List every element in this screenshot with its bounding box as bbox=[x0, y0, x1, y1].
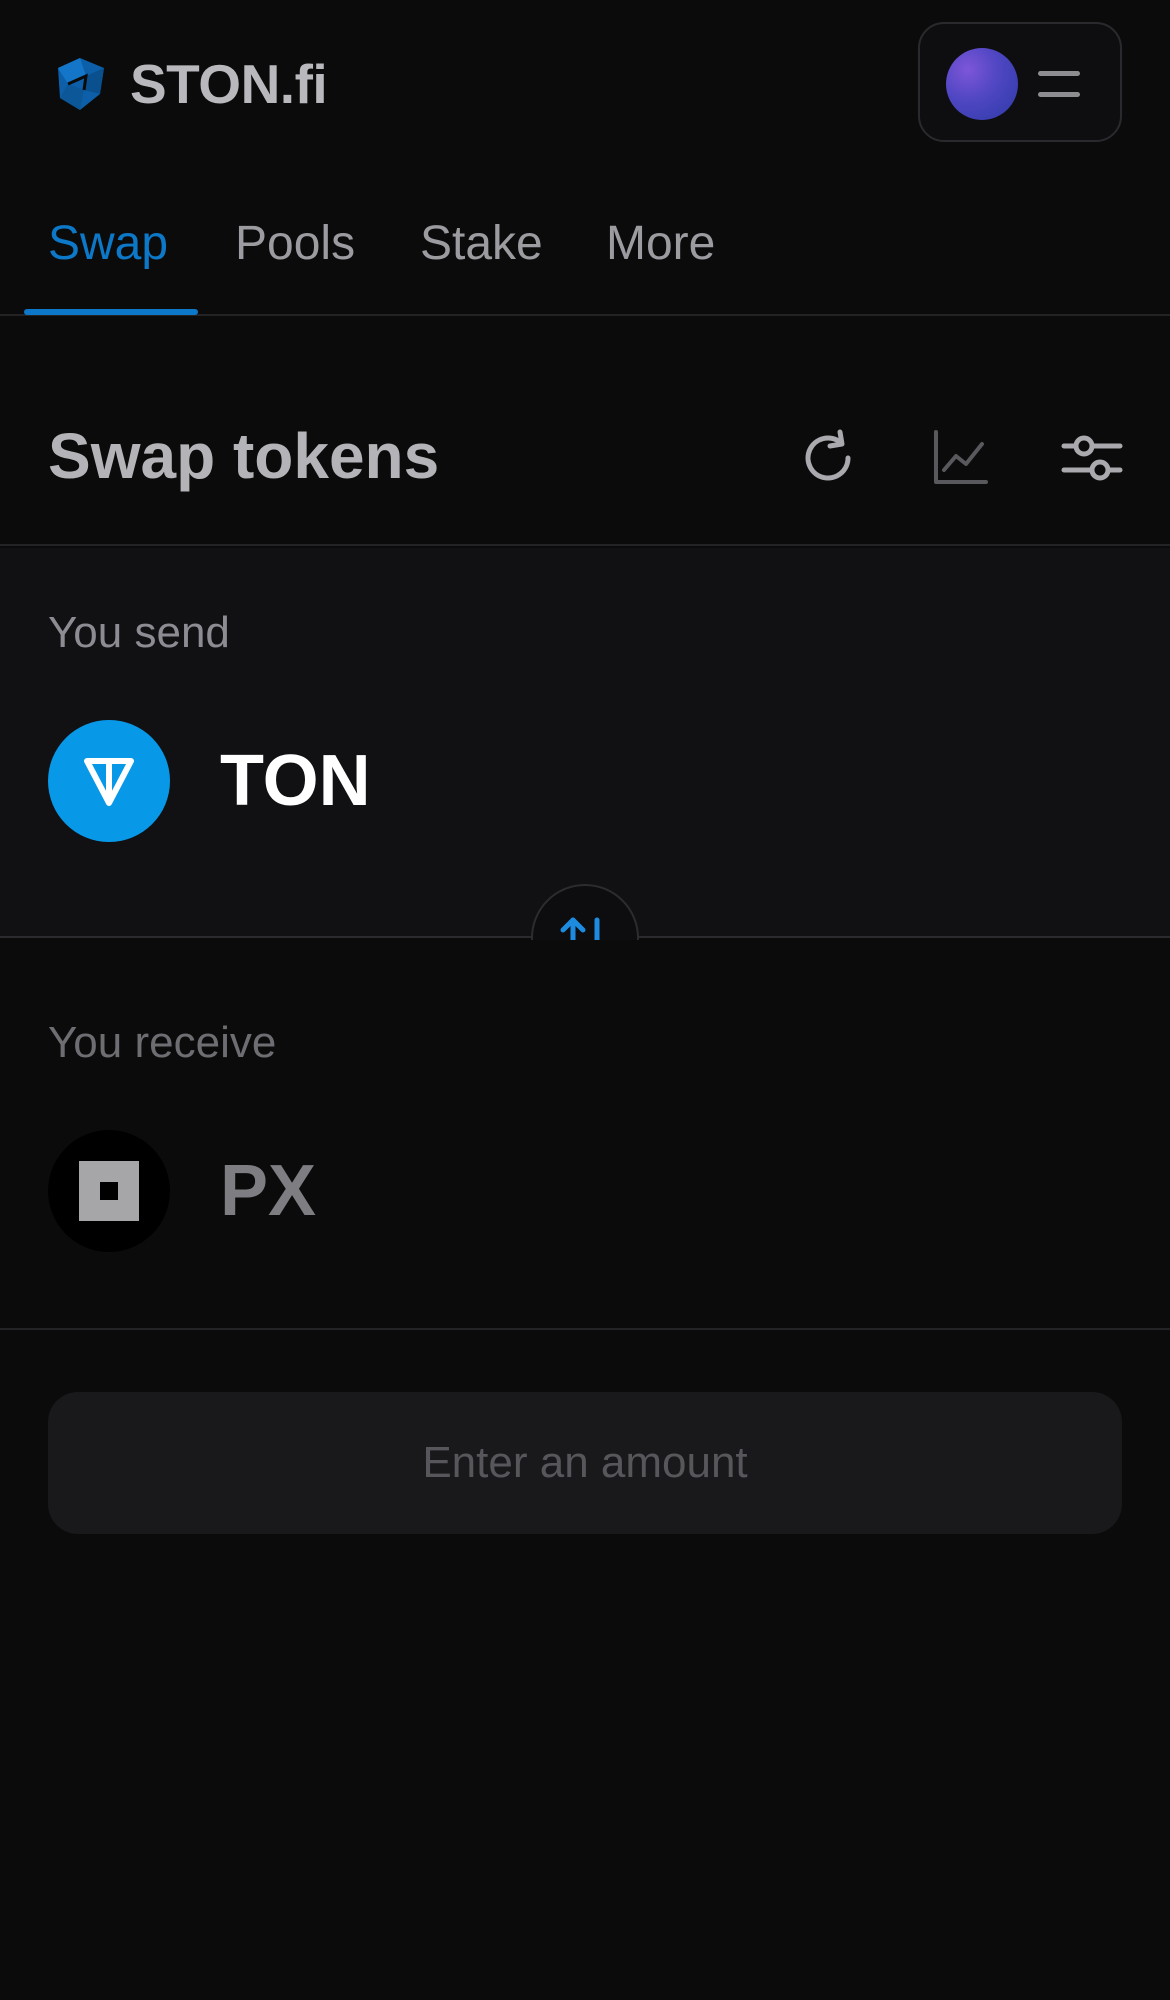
send-panel: You send TON bbox=[0, 548, 1170, 938]
avatar bbox=[946, 48, 1018, 120]
tab-swap[interactable]: Swap bbox=[48, 216, 168, 272]
settings-sliders-icon[interactable] bbox=[1060, 426, 1124, 490]
send-token-symbol: TON bbox=[220, 741, 371, 821]
chart-icon[interactable] bbox=[928, 426, 992, 490]
ston-logo-icon bbox=[58, 58, 104, 110]
tab-pools[interactable]: Pools bbox=[235, 216, 355, 272]
enter-amount-button[interactable]: Enter an amount bbox=[48, 1392, 1122, 1534]
ton-token-icon bbox=[48, 720, 170, 842]
send-token-selector[interactable]: TON bbox=[48, 720, 371, 842]
send-label: You send bbox=[48, 608, 230, 657]
wallet-menu-button[interactable] bbox=[918, 22, 1122, 142]
swap-header: Swap tokens bbox=[0, 390, 1170, 546]
receive-label: You receive bbox=[48, 1018, 277, 1067]
active-tab-indicator bbox=[24, 309, 198, 315]
tab-more[interactable]: More bbox=[606, 216, 715, 272]
receive-panel: You receive PX bbox=[0, 940, 1170, 1330]
logo-text: STON.fi bbox=[130, 53, 328, 115]
refresh-icon[interactable] bbox=[796, 426, 860, 490]
px-token-icon bbox=[48, 1130, 170, 1252]
receive-token-selector[interactable]: PX bbox=[48, 1130, 316, 1252]
tab-stake[interactable]: Stake bbox=[420, 216, 543, 272]
tab-bar: Swap Pools Stake More bbox=[0, 200, 1170, 316]
page-title: Swap tokens bbox=[48, 420, 440, 492]
hamburger-menu-icon bbox=[1038, 71, 1080, 97]
receive-token-symbol: PX bbox=[220, 1151, 317, 1231]
logo[interactable]: STON.fi bbox=[50, 52, 328, 116]
app-header: STON.fi bbox=[0, 0, 1170, 166]
